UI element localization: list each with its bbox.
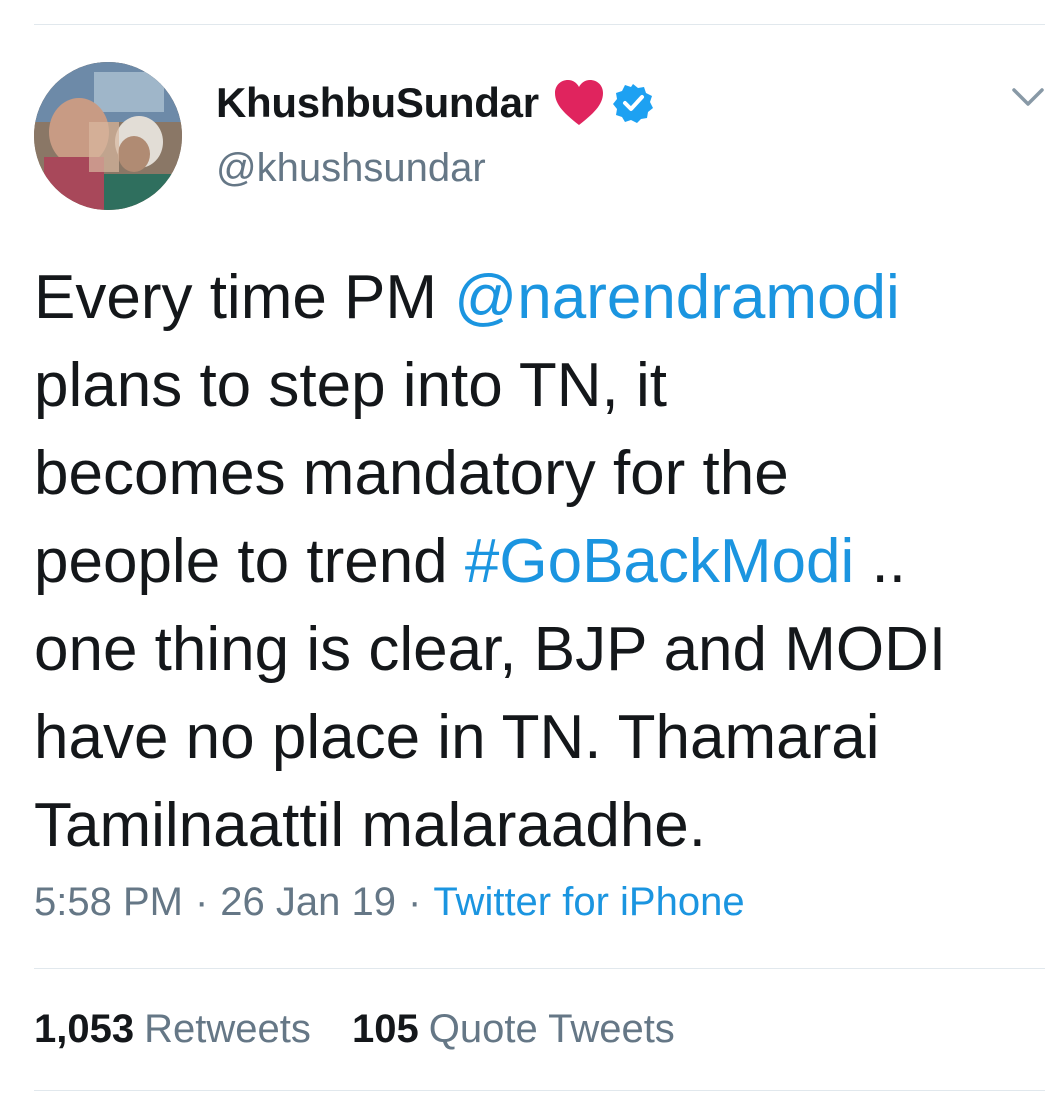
tweet-text-line: plans to step into TN, it (34, 342, 1034, 430)
stats-bottom-divider (34, 1090, 1045, 1091)
tweet-text-segment: one thing is clear, BJP and MODI (34, 615, 947, 684)
meta-separator: · (408, 880, 422, 924)
quote-tweets-stat[interactable]: 105 Quote Tweets (352, 1007, 675, 1051)
user-handle[interactable]: @khushsundar (216, 146, 976, 191)
tweet-date[interactable]: 26 Jan 19 (220, 880, 396, 924)
tweet-text-segment: becomes mandatory for the (34, 439, 789, 508)
avatar-photo (34, 62, 182, 210)
tweet-source-link[interactable]: Twitter for iPhone (433, 880, 744, 924)
tweet-text-line: Tamilnaattil malaraadhe. (34, 782, 1034, 870)
chevron-down-icon[interactable] (1008, 82, 1048, 112)
tweet-text-segment: have no place in TN. Thamarai (34, 703, 880, 772)
retweets-stat[interactable]: 1,053 Retweets (34, 1007, 311, 1051)
name-row: KhushbuSundar (216, 78, 976, 128)
display-name[interactable]: KhushbuSundar (216, 79, 539, 127)
tweet-meta: 5:58 PM · 26 Jan 19 · Twitter for iPhone (34, 880, 745, 925)
quote-tweets-count: 105 (351, 1007, 419, 1051)
tweet-stats: 1,053 Retweets 105 Quote Tweets (34, 1007, 705, 1052)
tweet-text-segment: plans to step into TN, it (34, 351, 667, 420)
retweets-label: Retweets (144, 1007, 311, 1051)
tweet-text-segment: people to trend (34, 527, 465, 596)
tweet-text: Every time PM @narendramodi plans to step… (34, 254, 1034, 870)
tweet-text-line: becomes mandatory for the (34, 430, 1034, 518)
tweet-text-segment: .. (854, 527, 906, 596)
tweet-time[interactable]: 5:58 PM (34, 880, 183, 924)
hashtag-link[interactable]: #GoBackModi (465, 527, 854, 596)
quote-tweets-label: Quote Tweets (428, 1007, 675, 1051)
stats-top-divider (34, 968, 1045, 969)
tweet-header: KhushbuSundar @khushsundar (216, 78, 976, 191)
top-divider (34, 24, 1045, 25)
meta-separator: · (194, 880, 209, 924)
avatar[interactable] (34, 62, 182, 210)
tweet-text-line: one thing is clear, BJP and MODI (34, 606, 1034, 694)
mention-link[interactable]: @narendramodi (454, 263, 900, 332)
red-heart-icon (553, 79, 605, 127)
tweet-text-line: people to trend #GoBackModi .. (34, 518, 1034, 606)
tweet-text-line: Every time PM @narendramodi (34, 254, 1034, 342)
tweet-text-segment: Tamilnaattil malaraadhe. (34, 791, 707, 860)
tweet-text-segment: Every time PM (34, 263, 455, 332)
verified-badge-icon (612, 83, 653, 123)
retweets-count: 1,053 (34, 1007, 135, 1051)
tweet-text-line: have no place in TN. Thamarai (34, 694, 1034, 782)
